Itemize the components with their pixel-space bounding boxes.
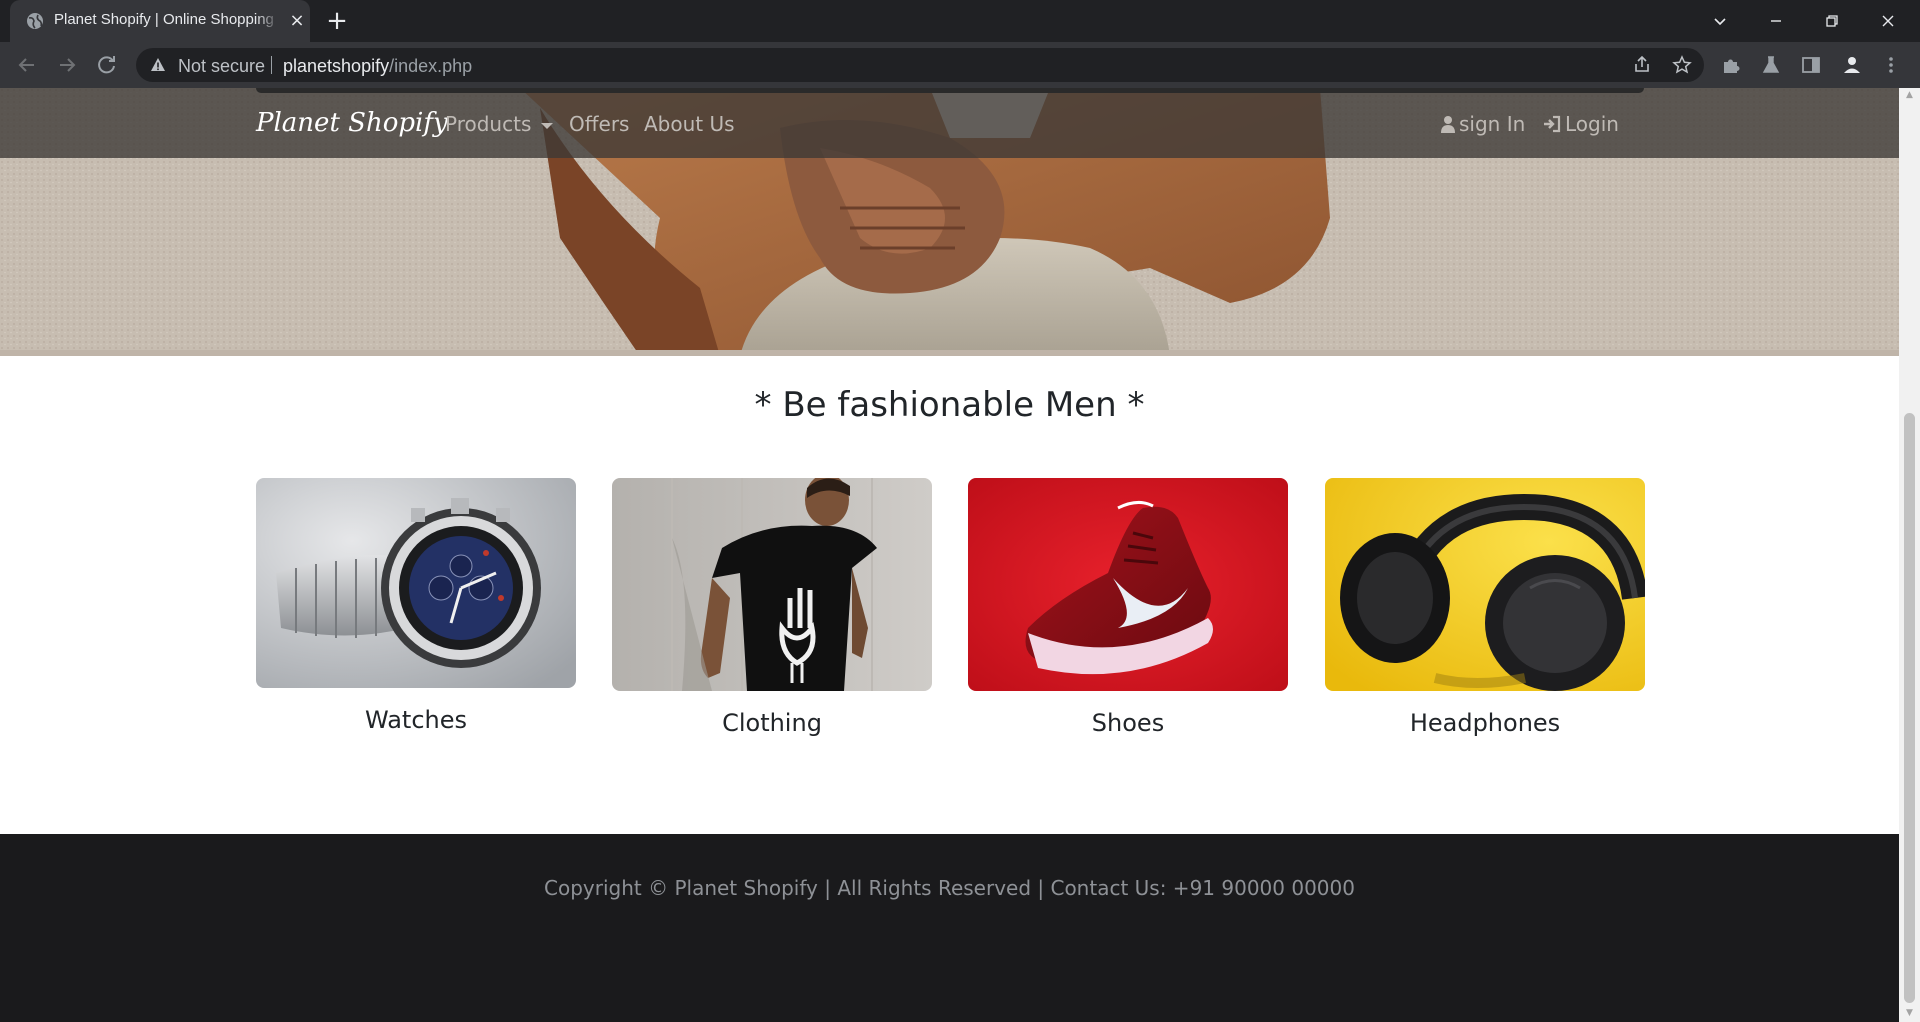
close-window-button[interactable] (1860, 0, 1916, 42)
signin-label: sign In (1459, 112, 1526, 136)
tab-title-fade (256, 8, 280, 34)
url-host: planetshopify (283, 56, 390, 76)
minimize-icon (1771, 20, 1781, 22)
headphones-image[interactable] (1325, 478, 1645, 691)
close-tab-icon[interactable]: × (288, 12, 306, 30)
category-label-clothing[interactable]: Clothing (612, 709, 932, 737)
nav-offers[interactable]: Offers (569, 112, 629, 136)
signin-link[interactable]: sign In (1441, 112, 1525, 136)
close-icon (1882, 15, 1894, 27)
globe-icon (27, 13, 43, 29)
warning-icon (151, 58, 165, 71)
section-title: * Be fashionable Men * (754, 385, 1145, 425)
labs-flask-icon[interactable] (1760, 54, 1782, 76)
url-text[interactable]: planetshopify/index.php (283, 56, 472, 77)
tab-title: Planet Shopify | Online Shopping (54, 11, 274, 28)
brand-logo[interactable]: Planet Shopify (256, 108, 448, 138)
restore-button[interactable] (1804, 0, 1860, 42)
hero-banner: Planet Shopify Products Offers About Us … (0, 88, 1899, 356)
scroll-thumb[interactable] (1904, 413, 1915, 1003)
browser-menu-icon[interactable] (1880, 54, 1902, 76)
page-scrollbar[interactable]: ▲ ▼ (1899, 88, 1920, 1022)
browser-toolbar: Not secure planetshopify/index.php (0, 42, 1920, 88)
back-arrow-icon[interactable] (14, 52, 40, 78)
sign-in-arrow-icon (1544, 115, 1561, 133)
browser-tabstrip: Planet Shopify | Online Shopping × + (0, 0, 1920, 42)
restore-icon (1826, 15, 1838, 27)
login-label: Login (1565, 112, 1619, 136)
reload-icon[interactable] (94, 52, 120, 78)
navbar-decor (256, 88, 1644, 93)
user-icon (1441, 116, 1455, 133)
chevron-down-icon (1714, 18, 1726, 26)
side-panel-icon[interactable] (1800, 54, 1822, 76)
site-footer: Copyright © Planet Shopify | All Rights … (0, 834, 1899, 1022)
shoes-image[interactable] (968, 478, 1288, 691)
nav-about-us[interactable]: About Us (644, 112, 735, 136)
bookmark-star-icon[interactable] (1672, 55, 1692, 75)
minimize-button[interactable] (1748, 0, 1804, 42)
extensions-puzzle-icon[interactable] (1720, 54, 1742, 76)
footer-copyright: Copyright © Planet Shopify | All Rights … (544, 876, 1355, 900)
login-link[interactable]: Login (1543, 112, 1619, 136)
address-bar[interactable]: Not secure planetshopify/index.php (136, 48, 1704, 82)
scroll-down-arrow-icon[interactable]: ▼ (1904, 1008, 1915, 1018)
profile-avatar-icon[interactable] (1841, 54, 1863, 76)
nav-products-dropdown[interactable]: Products (445, 112, 554, 136)
forward-arrow-icon[interactable] (54, 52, 80, 78)
nav-products-label: Products (445, 112, 532, 136)
security-status[interactable]: Not secure (178, 56, 265, 77)
watch-image[interactable] (256, 478, 576, 688)
address-separator (271, 56, 272, 74)
caret-down-icon (541, 122, 554, 129)
scroll-up-arrow-icon[interactable]: ▲ (1904, 90, 1915, 100)
tab-search-button[interactable] (1692, 0, 1748, 42)
clothing-image[interactable] (612, 478, 932, 691)
category-label-watches[interactable]: Watches (256, 706, 576, 734)
url-path: /index.php (389, 56, 473, 76)
share-icon[interactable] (1632, 55, 1652, 75)
category-label-shoes[interactable]: Shoes (968, 709, 1288, 737)
new-tab-icon[interactable]: + (325, 8, 349, 34)
browser-tab[interactable]: Planet Shopify | Online Shopping × (10, 0, 310, 42)
site-navbar: Planet Shopify Products Offers About Us … (0, 88, 1899, 158)
category-label-headphones[interactable]: Headphones (1325, 709, 1645, 737)
page-viewport: Planet Shopify Products Offers About Us … (0, 88, 1899, 1022)
